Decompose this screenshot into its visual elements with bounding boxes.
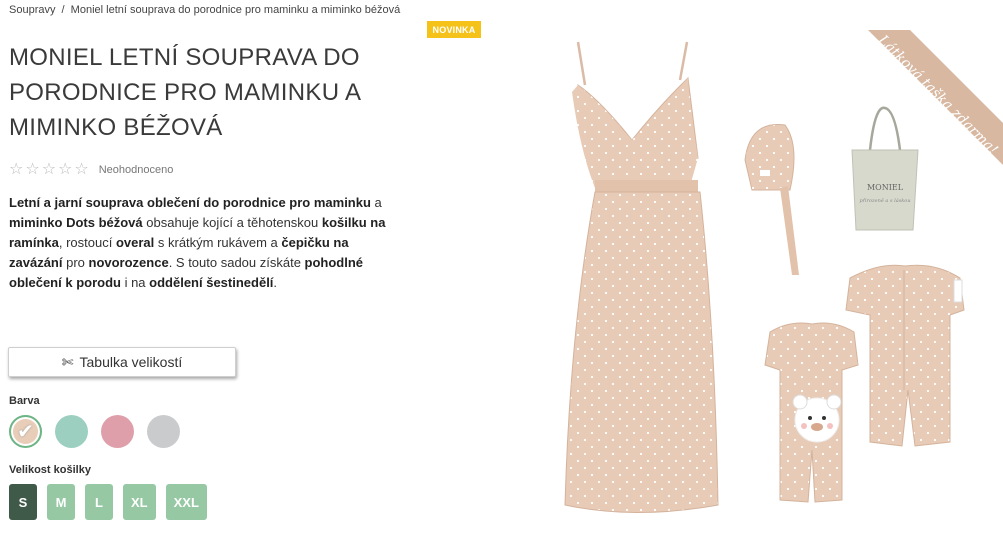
- tote-bag-illustration: MONIEL přirozeně a s láskou: [851, 106, 919, 231]
- size-table-label: Tabulka velikostí: [79, 354, 183, 370]
- color-swatches: ✔: [9, 415, 180, 448]
- breadcrumb-item-soupravy[interactable]: Soupravy: [9, 4, 55, 16]
- free-bag-banner-text: Látková taška zdarma!: [874, 32, 1001, 159]
- breadcrumb: Soupravy / Moniel letní souprava do poro…: [9, 4, 400, 16]
- size-option-s[interactable]: S: [9, 484, 37, 520]
- description-segment: novorozence: [88, 255, 169, 270]
- bag-tagline-text: přirozeně a s láskou: [859, 197, 910, 204]
- new-badge: NOVINKA: [427, 21, 481, 38]
- description-segment: i na: [120, 275, 150, 290]
- description-segment: pro: [62, 255, 89, 270]
- description-segment: Letní a jarní souprava: [9, 195, 147, 210]
- description-segment: a: [370, 195, 382, 210]
- breadcrumb-separator: /: [61, 4, 65, 16]
- color-label: Barva: [9, 395, 40, 407]
- description-segment: oddělení šestinedělí: [149, 275, 274, 290]
- romper-bear: [764, 322, 859, 503]
- star-icon: ☆: [58, 161, 73, 178]
- product-description: Letní a jarní souprava oblečení do porod…: [9, 193, 389, 293]
- star-icon: ☆: [9, 161, 24, 178]
- star-icon: ☆: [41, 161, 57, 178]
- color-swatch[interactable]: ✔: [9, 415, 42, 448]
- description-segment: overal: [115, 235, 155, 250]
- description-segment: miminko Dots béžová: [9, 215, 143, 230]
- description-segment: , rostoucí: [58, 235, 116, 250]
- description-segment: .: [273, 275, 278, 290]
- checkmark-icon: ✔: [17, 421, 34, 443]
- size-option-xl[interactable]: XL: [123, 484, 156, 520]
- romper-plain: [845, 264, 965, 447]
- star-icon: ☆: [74, 161, 89, 178]
- size-label: Velikost košilky: [9, 464, 91, 476]
- description-segment: s krátkým rukávem a: [154, 235, 282, 250]
- product-title: MONIEL LETNÍ SOUPRAVA DO PORODNICE PRO M…: [9, 44, 360, 141]
- baby-bonnet: [744, 123, 799, 275]
- size-option-xxl[interactable]: XXL: [165, 484, 207, 520]
- scissors-icon: ✄: [61, 353, 74, 370]
- description-segment: . S touto sadou získáte: [168, 255, 305, 270]
- color-swatch[interactable]: [101, 415, 134, 448]
- size-options: S M L XL XXL: [9, 484, 207, 520]
- product-image: MONIEL přirozeně a s láskou Látková tašk…: [564, 30, 1003, 513]
- rating[interactable]: ☆ ☆ ☆ ☆ ☆ Neohodnoceno: [9, 162, 173, 178]
- size-table-button[interactable]: ✄ Tabulka velikostí: [8, 347, 236, 377]
- rating-label: Neohodnoceno: [98, 164, 174, 176]
- description-segment: oblečení do porodnice pro maminku: [147, 195, 371, 210]
- free-bag-banner: Látková taška zdarma!: [868, 30, 1003, 165]
- nursing-dress: [564, 41, 719, 513]
- breadcrumb-item-current: Moniel letní souprava do porodnice pro m…: [70, 4, 401, 16]
- size-option-m[interactable]: M: [47, 484, 75, 520]
- color-swatch[interactable]: [147, 415, 180, 448]
- color-swatch[interactable]: [55, 415, 88, 448]
- bag-brand-text: MONIEL: [867, 183, 904, 192]
- size-option-l[interactable]: L: [85, 484, 113, 520]
- description-segment: obsahuje kojící a těhotenskou: [142, 215, 322, 230]
- star-icon: ☆: [25, 161, 40, 178]
